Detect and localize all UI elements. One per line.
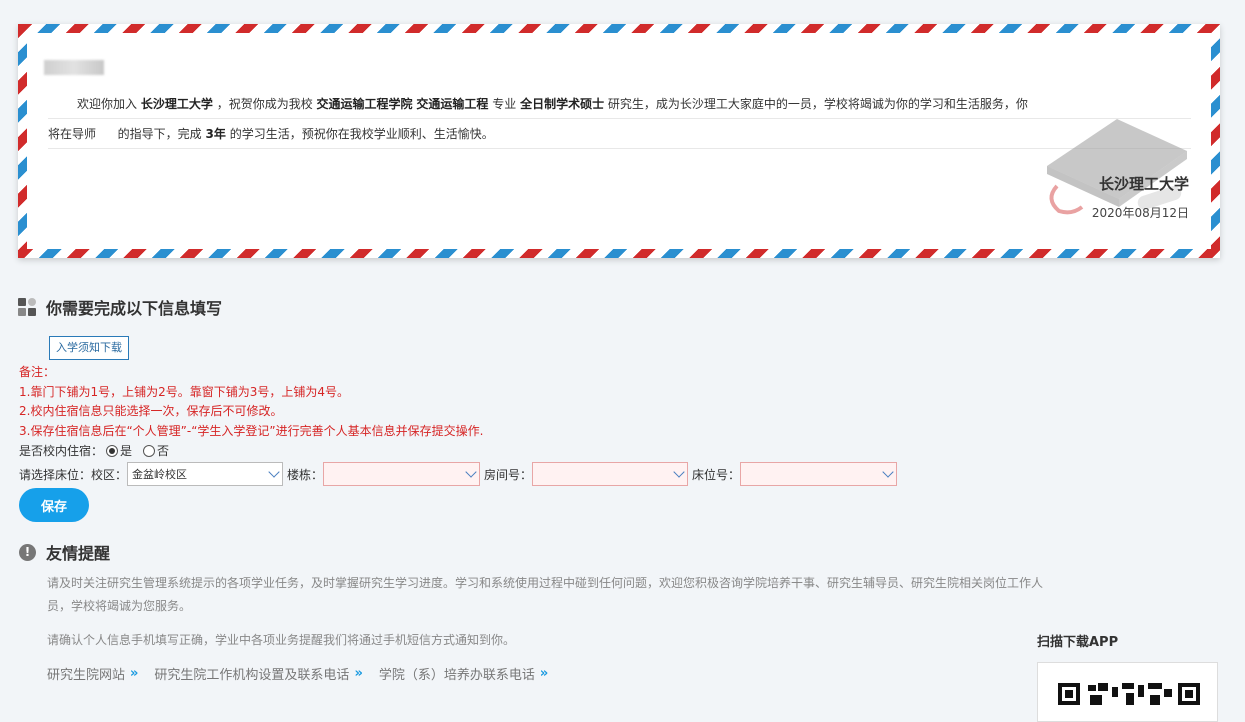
exclamation-icon: !: [19, 543, 36, 561]
letter-rule: [48, 118, 1191, 119]
room-select[interactable]: [532, 462, 689, 486]
reminder-tip-1-line-b: 员，学校将竭诚为您服务。: [47, 599, 192, 613]
link-label: 学院（系）培养办联系电话: [378, 668, 535, 683]
building-select[interactable]: [323, 462, 481, 486]
radio-unchecked-icon: [143, 444, 156, 457]
links-row: 研究生院网站 » 研究生院工作机构设置及联系电话 » 学院（系）培养办联系电话 …: [47, 664, 564, 683]
letter-years: 3年: [205, 127, 226, 141]
letter-college: 交通运输工程学院: [316, 97, 413, 111]
reminder-tip-1-line-a: 请及时关注研究生管理系统提示的各项学业任务，及时掌握研究生学习进度。学习和系统使…: [47, 576, 1044, 590]
double-chevron-right-icon: »: [354, 666, 363, 681]
letter-intro: 欢迎你加入: [77, 97, 138, 111]
letter-degree: 全日制学术硕士: [520, 97, 605, 111]
letter-major-suffix: 专业: [492, 97, 517, 111]
live-on-campus-label: 是否校内住宿：: [19, 444, 104, 458]
radio-yes-label: 是: [120, 444, 133, 458]
form-section-title: 你需要完成以下信息填写: [18, 296, 222, 318]
link-label: 研究生院网站: [47, 668, 126, 683]
chevron-down-icon: [882, 466, 894, 478]
chevron-down-icon: [268, 466, 280, 478]
reminder-section-title: ! 友情提醒: [19, 541, 110, 563]
letter-rule: [48, 148, 1191, 149]
letter-advisor-suffix: 的指导下，完成: [117, 127, 202, 141]
section-title-text: 你需要完成以下信息填写: [46, 299, 223, 318]
bed-campus-label: 请选择床位：校区：: [19, 467, 128, 482]
save-button[interactable]: 保存: [19, 488, 89, 522]
letter-advisor-prefix: 将在导师: [48, 127, 97, 141]
student-name-redacted: [44, 60, 104, 75]
letter-major: 交通运输工程: [416, 97, 489, 111]
remarks-block: 备注： 1.靠门下铺为1号，上铺为2号。靠窗下铺为3号，上铺为4号。 2.校内住…: [19, 363, 483, 441]
chevron-down-icon: [465, 466, 477, 478]
qr-code-icon: [1058, 683, 1200, 705]
app-download-label: 扫描下载APP: [1037, 635, 1119, 650]
link-graduate-school-site[interactable]: 研究生院网站 »: [47, 664, 138, 683]
remark-item: 2.校内住宿信息只能选择一次，保存后不可修改。: [19, 404, 283, 418]
grid-icon: [18, 298, 36, 316]
bed-number-select[interactable]: [740, 462, 898, 486]
reminder-tip-1: 请及时关注研究生管理系统提示的各项学业任务，及时掌握研究生学习进度。学习和系统使…: [47, 572, 1043, 618]
letter-congrats: ，祝贺你成为我校: [216, 97, 313, 111]
reminder-title-text: 友情提醒: [46, 544, 111, 563]
letter-wishes: 的学习生活，预祝你在我校学业顺利、生活愉快。: [229, 127, 494, 141]
double-chevron-right-icon: »: [130, 666, 139, 681]
download-notice-button[interactable]: 入学须知下载: [49, 336, 129, 360]
radio-no-label: 否: [157, 444, 170, 458]
bed-selection-row: 请选择床位：校区： 金盆岭校区 楼栋： 房间号： 床位号：: [19, 461, 901, 487]
letter-signature: 长沙理工大学: [1098, 175, 1189, 193]
link-label: 研究生院工作机构设置及联系电话: [154, 668, 350, 683]
letter-line-2: 将在导师 的指导下，完成 3年 的学习生活，预祝你在我校学业顺利、生活愉快。: [48, 125, 494, 142]
link-graduate-school-contacts[interactable]: 研究生院工作机构设置及联系电话 »: [154, 664, 362, 683]
double-chevron-right-icon: »: [539, 666, 549, 681]
live-on-campus-row: 是否校内住宿： 是 否: [19, 442, 177, 459]
letter-line1-tail: 研究生，成为长沙理工大家庭中的一员，学校将竭诚为你的学习和生活服务，你: [607, 97, 1028, 111]
letter-university: 长沙理工大学: [140, 97, 213, 111]
radio-checked-icon: [106, 444, 119, 457]
reminder-tip-2: 请确认个人信息手机填写正确，学业中各项业务提醒我们将通过手机短信方式通知到你。: [47, 633, 516, 647]
letter-date: 2020年08月12日: [1091, 206, 1189, 220]
remark-item: 3.保存住宿信息后在“个人管理”-“学生入学登记”进行完善个人基本信息并保存提交…: [19, 423, 484, 438]
letter-paper: 欢迎你加入 长沙理工大学 ，祝贺你成为我校 交通运输工程学院 交通运输工程 专业…: [27, 33, 1211, 249]
chevron-down-icon: [673, 466, 685, 478]
letter-line-1: 欢迎你加入 长沙理工大学 ，祝贺你成为我校 交通运输工程学院 交通运输工程 专业…: [77, 95, 1028, 112]
radio-yes[interactable]: 是: [106, 442, 132, 459]
campus-select[interactable]: 金盆岭校区: [127, 462, 284, 486]
room-label: 房间号：: [484, 467, 533, 482]
remark-item: 1.靠门下铺为1号，上铺为2号。靠窗下铺为3号，上铺为4号。: [19, 384, 349, 399]
welcome-letter: 欢迎你加入 长沙理工大学 ，祝贺你成为我校 交通运输工程学院 交通运输工程 专业…: [18, 24, 1220, 258]
building-label: 楼栋：: [287, 467, 324, 482]
campus-select-value: 金盆岭校区: [132, 468, 188, 481]
radio-no[interactable]: 否: [143, 442, 169, 459]
link-college-office-contacts[interactable]: 学院（系）培养办联系电话 »: [379, 664, 548, 683]
bed-number-label: 床位号：: [692, 467, 741, 482]
app-qr-code: [1037, 662, 1218, 722]
remark-heading: 备注：: [19, 365, 56, 379]
